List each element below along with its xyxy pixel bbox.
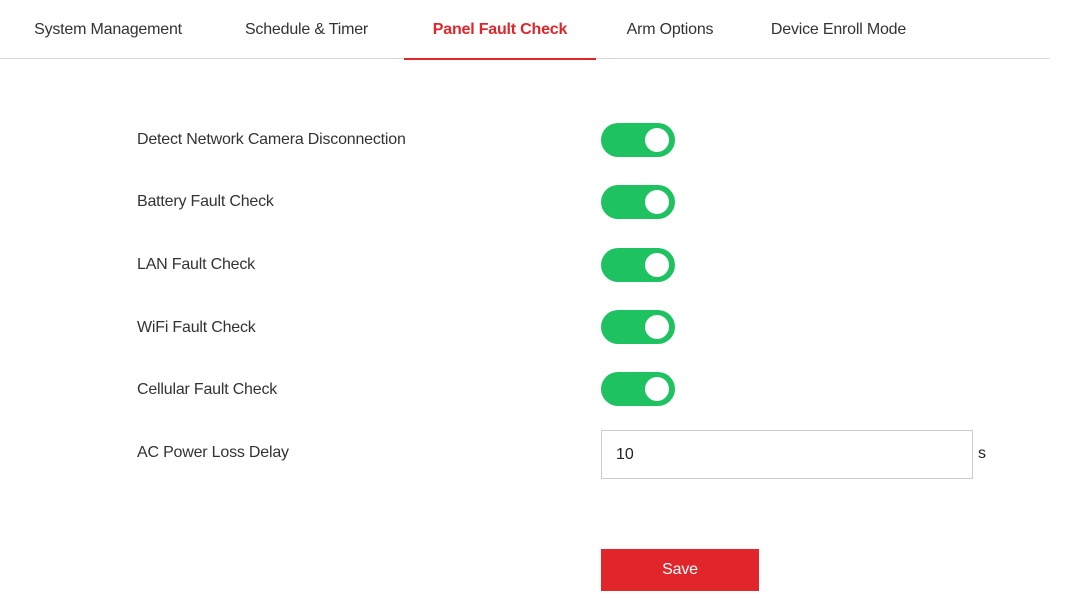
lan-fault-check-toggle[interactable]	[601, 248, 675, 282]
wifi-fault-check-label: WiFi Fault Check	[137, 319, 256, 336]
lan-fault-check-label: LAN Fault Check	[137, 256, 255, 273]
ac-power-loss-delay-label: AC Power Loss Delay	[137, 444, 289, 461]
detect-network-camera-disconnection-label: Detect Network Camera Disconnection	[137, 131, 406, 148]
tab-system-management[interactable]: System Management	[10, 0, 206, 59]
tab-device-enroll-mode[interactable]: Device Enroll Mode	[743, 0, 934, 59]
toggle-knob	[645, 377, 669, 401]
tab-schedule-timer[interactable]: Schedule & Timer	[219, 0, 394, 59]
ac-power-loss-delay-input[interactable]	[601, 430, 973, 479]
toggle-knob	[645, 315, 669, 339]
wifi-fault-check-toggle[interactable]	[601, 310, 675, 344]
toggle-knob	[645, 128, 669, 152]
tab-bar: System Management Schedule & Timer Panel…	[0, 0, 1049, 60]
tab-arm-options[interactable]: Arm Options	[605, 0, 735, 59]
panel-fault-check-page: System Management Schedule & Timer Panel…	[0, 0, 1067, 613]
save-button[interactable]: Save	[601, 549, 759, 591]
detect-network-camera-disconnection-toggle[interactable]	[601, 123, 675, 157]
cellular-fault-check-label: Cellular Fault Check	[137, 381, 278, 398]
toggle-knob	[645, 253, 669, 277]
tab-panel-fault-check[interactable]: Panel Fault Check	[404, 0, 596, 60]
cellular-fault-check-toggle[interactable]	[601, 372, 675, 406]
seconds-unit-label: s	[978, 445, 986, 462]
battery-fault-check-label: Battery Fault Check	[137, 193, 274, 210]
toggle-knob	[645, 190, 669, 214]
battery-fault-check-toggle[interactable]	[601, 185, 675, 219]
